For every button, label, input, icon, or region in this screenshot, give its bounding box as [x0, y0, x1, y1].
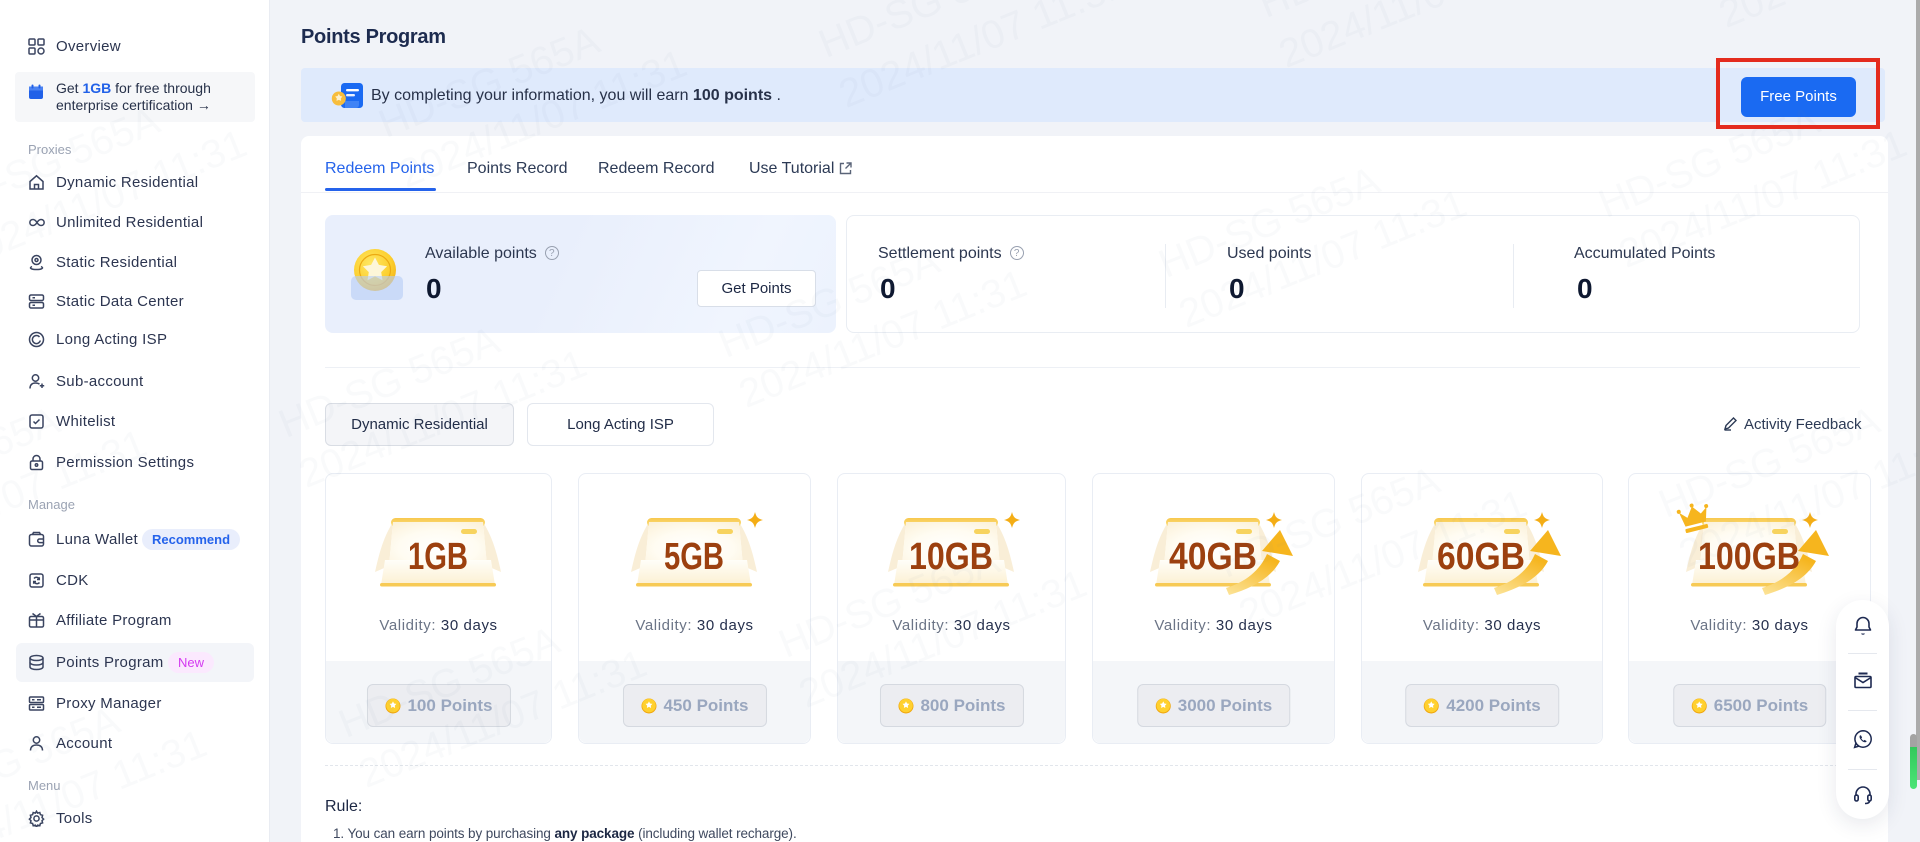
svg-text:5GB: 5GB — [664, 536, 724, 578]
svg-text:1GB: 1GB — [408, 536, 468, 578]
svg-text:100GB: 100GB — [1698, 536, 1800, 578]
svg-text:40GB: 40GB — [1169, 536, 1257, 578]
svg-text:60GB: 60GB — [1437, 536, 1525, 578]
svg-text:10GB: 10GB — [909, 536, 993, 578]
